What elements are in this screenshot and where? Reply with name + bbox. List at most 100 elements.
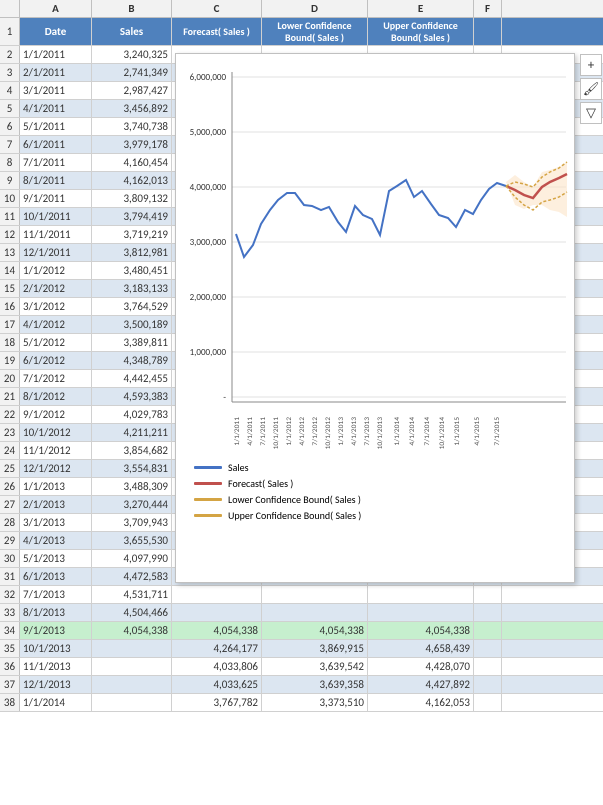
cell-date[interactable]: 10/1/2012: [20, 424, 92, 441]
cell-date[interactable]: 11/1/2012: [20, 442, 92, 459]
cell-date[interactable]: 1/1/2011: [20, 46, 92, 63]
cell-lower-confidence[interactable]: Lower Confidence Bound( Sales ): [262, 18, 368, 45]
cell-sales[interactable]: 3,389,811: [92, 334, 172, 351]
cell-lower-confidence[interactable]: 3,373,510: [262, 694, 368, 711]
cell-forecast[interactable]: [172, 604, 262, 621]
cell-date[interactable]: 9/1/2012: [20, 406, 92, 423]
cell-forecast[interactable]: Forecast( Sales ): [172, 18, 262, 45]
cell-sales[interactable]: 4,029,783: [92, 406, 172, 423]
cell-forecast[interactable]: 3,767,782: [172, 694, 262, 711]
cell-sales[interactable]: 4,054,338: [92, 622, 172, 639]
cell-lower-confidence[interactable]: [262, 604, 368, 621]
cell-sales[interactable]: Sales: [92, 18, 172, 45]
cell-date[interactable]: 2/1/2013: [20, 496, 92, 513]
cell-upper-confidence[interactable]: 4,054,338: [368, 622, 474, 639]
cell-upper-confidence[interactable]: 4,427,892: [368, 676, 474, 693]
chart-add-button[interactable]: +: [580, 54, 602, 76]
cell-date[interactable]: 9/1/2013: [20, 622, 92, 639]
cell-sales[interactable]: 3,854,682: [92, 442, 172, 459]
cell-sales[interactable]: 3,480,451: [92, 262, 172, 279]
cell-sales[interactable]: 4,162,013: [92, 172, 172, 189]
cell-sales[interactable]: 4,472,583: [92, 568, 172, 585]
cell-upper-confidence[interactable]: [368, 586, 474, 603]
cell-lower-confidence[interactable]: 3,639,542: [262, 658, 368, 675]
cell-date[interactable]: 4/1/2012: [20, 316, 92, 333]
cell-sales[interactable]: 3,809,132: [92, 190, 172, 207]
cell-sales[interactable]: 4,348,789: [92, 352, 172, 369]
cell-date[interactable]: 6/1/2013: [20, 568, 92, 585]
cell-sales[interactable]: [92, 676, 172, 693]
cell-date[interactable]: 2/1/2011: [20, 64, 92, 81]
cell-sales[interactable]: 3,655,530: [92, 532, 172, 549]
cell-sales[interactable]: 3,979,178: [92, 136, 172, 153]
cell-sales[interactable]: 4,593,383: [92, 388, 172, 405]
cell-sales[interactable]: 3,812,981: [92, 244, 172, 261]
cell-sales[interactable]: 4,504,466: [92, 604, 172, 621]
cell-date[interactable]: 5/1/2012: [20, 334, 92, 351]
cell-date[interactable]: 5/1/2011: [20, 118, 92, 135]
cell-sales[interactable]: 3,709,943: [92, 514, 172, 531]
cell-date[interactable]: 3/1/2011: [20, 82, 92, 99]
cell-date[interactable]: 8/1/2013: [20, 604, 92, 621]
cell-sales[interactable]: 4,160,454: [92, 154, 172, 171]
cell-date[interactable]: 3/1/2013: [20, 514, 92, 531]
cell-date[interactable]: 10/1/2013: [20, 640, 92, 657]
chart-filter-button[interactable]: ▽: [580, 102, 602, 124]
cell-sales[interactable]: 3,500,189: [92, 316, 172, 333]
cell-upper-confidence[interactable]: 4,428,070: [368, 658, 474, 675]
cell-date[interactable]: 1/1/2013: [20, 478, 92, 495]
cell-sales[interactable]: 3,270,444: [92, 496, 172, 513]
cell-date[interactable]: 2/1/2012: [20, 280, 92, 297]
cell-date[interactable]: Date: [20, 18, 92, 45]
cell-date[interactable]: 6/1/2012: [20, 352, 92, 369]
cell-lower-confidence[interactable]: 4,054,338: [262, 622, 368, 639]
cell-sales[interactable]: [92, 658, 172, 675]
cell-date[interactable]: 1/1/2012: [20, 262, 92, 279]
cell-sales[interactable]: 3,764,529: [92, 298, 172, 315]
cell-date[interactable]: 7/1/2012: [20, 370, 92, 387]
cell-date[interactable]: 8/1/2011: [20, 172, 92, 189]
cell-date[interactable]: 12/1/2012: [20, 460, 92, 477]
cell-sales[interactable]: 3,240,325: [92, 46, 172, 63]
cell-upper-confidence[interactable]: 4,658,439: [368, 640, 474, 657]
cell-date[interactable]: 1/1/2014: [20, 694, 92, 711]
chart-style-button[interactable]: 🖌: [580, 78, 602, 100]
cell-date[interactable]: 4/1/2011: [20, 100, 92, 117]
cell-sales[interactable]: 3,794,419: [92, 208, 172, 225]
cell-date[interactable]: 3/1/2012: [20, 298, 92, 315]
cell-sales[interactable]: 4,531,711: [92, 586, 172, 603]
cell-date[interactable]: 12/1/2013: [20, 676, 92, 693]
cell-date[interactable]: 10/1/2011: [20, 208, 92, 225]
cell-upper-confidence[interactable]: 4,162,053: [368, 694, 474, 711]
cell-sales[interactable]: 3,456,892: [92, 100, 172, 117]
cell-sales[interactable]: 3,488,309: [92, 478, 172, 495]
cell-sales[interactable]: 2,987,427: [92, 82, 172, 99]
cell-date[interactable]: 7/1/2013: [20, 586, 92, 603]
cell-sales[interactable]: 3,554,831: [92, 460, 172, 477]
cell-date[interactable]: 8/1/2012: [20, 388, 92, 405]
cell-forecast[interactable]: 4,033,625: [172, 676, 262, 693]
cell-forecast[interactable]: 4,264,177: [172, 640, 262, 657]
cell-forecast[interactable]: 4,054,338: [172, 622, 262, 639]
cell-date[interactable]: 4/1/2013: [20, 532, 92, 549]
cell-lower-confidence[interactable]: 3,869,915: [262, 640, 368, 657]
cell-forecast[interactable]: 4,033,806: [172, 658, 262, 675]
cell-forecast[interactable]: [172, 586, 262, 603]
cell-sales[interactable]: 4,097,990: [92, 550, 172, 567]
cell-lower-confidence[interactable]: [262, 586, 368, 603]
cell-date[interactable]: 6/1/2011: [20, 136, 92, 153]
cell-sales[interactable]: 4,442,455: [92, 370, 172, 387]
cell-date[interactable]: 11/1/2013: [20, 658, 92, 675]
cell-sales[interactable]: 2,741,349: [92, 64, 172, 81]
cell-date[interactable]: 9/1/2011: [20, 190, 92, 207]
cell-date[interactable]: 11/1/2011: [20, 226, 92, 243]
cell-sales[interactable]: 4,211,211: [92, 424, 172, 441]
cell-sales[interactable]: [92, 640, 172, 657]
cell-upper-confidence[interactable]: Upper Confidence Bound( Sales ): [368, 18, 474, 45]
cell-date[interactable]: 12/1/2011: [20, 244, 92, 261]
cell-sales[interactable]: 3,183,133: [92, 280, 172, 297]
cell-sales[interactable]: [92, 694, 172, 711]
cell-date[interactable]: 7/1/2011: [20, 154, 92, 171]
cell-sales[interactable]: 3,719,219: [92, 226, 172, 243]
cell-upper-confidence[interactable]: [368, 604, 474, 621]
